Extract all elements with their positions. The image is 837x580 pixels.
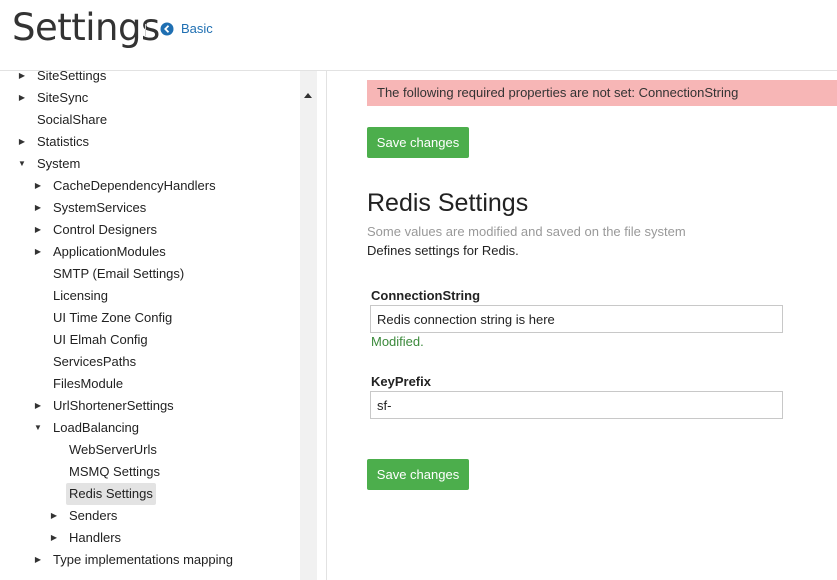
tree-item-servicespaths[interactable]: ServicesPaths	[0, 351, 300, 373]
tree-item-senders[interactable]: ▶ Senders	[0, 505, 300, 527]
title-separator	[145, 24, 146, 36]
tree-item-label: SystemServices	[53, 200, 147, 215]
panel-divider	[326, 71, 327, 580]
scroll-up-arrow-icon[interactable]	[304, 93, 312, 98]
tree-item-handlers[interactable]: ▶ Handlers	[0, 527, 300, 549]
expand-arrow-icon[interactable]: ▶	[33, 395, 43, 417]
tree-item-socialshare[interactable]: SocialShare	[0, 109, 300, 131]
tree-item-label: Control Designers	[53, 222, 158, 237]
tree-item-type-implementations-mapping[interactable]: ▶ Type implementations mapping	[0, 549, 300, 571]
tree-item-sitesync[interactable]: ▶ SiteSync	[0, 87, 300, 109]
connection-string-input[interactable]	[370, 305, 783, 333]
settings-tree-sidebar: ▶ SiteSettings ▶ SiteSync SocialShare ▶ Statis…	[0, 71, 300, 580]
tree-item-statistics[interactable]: ▶ Statistics	[0, 131, 300, 153]
expand-arrow-icon[interactable]: ▶	[49, 505, 59, 527]
save-changes-button-top[interactable]: Save changes	[367, 127, 469, 158]
tree-item-label: SiteSettings	[37, 71, 107, 83]
tree-item-label: Licensing	[53, 288, 108, 303]
connection-string-status: Modified.	[371, 334, 424, 349]
tree-item-loadbalancing[interactable]: ▼ LoadBalancing	[0, 417, 300, 439]
tree-item-webserverurls[interactable]: WebServerUrls	[0, 439, 300, 461]
expand-arrow-icon[interactable]: ▶	[33, 197, 43, 219]
save-changes-button-bottom[interactable]: Save changes	[367, 459, 469, 490]
tree-item-msmq-settings[interactable]: MSMQ Settings	[0, 461, 300, 483]
tree-item-applicationmodules[interactable]: ▶ ApplicationModules	[0, 241, 300, 263]
expand-arrow-icon[interactable]: ▶	[33, 175, 43, 197]
page-title: Settings	[12, 6, 160, 49]
collapse-arrow-icon[interactable]: ▼	[17, 153, 27, 175]
tree-item-cachedependencyhandlers[interactable]: ▶ CacheDependencyHandlers	[0, 175, 300, 197]
expand-arrow-icon[interactable]: ▶	[17, 87, 27, 109]
tree-item-smtp-email-settings[interactable]: SMTP (Email Settings)	[0, 263, 300, 285]
tree-item-label: Redis Settings	[66, 483, 156, 505]
collapse-arrow-icon[interactable]: ▼	[33, 417, 43, 439]
required-properties-alert: The following required properties are no…	[367, 80, 837, 106]
key-prefix-label: KeyPrefix	[371, 374, 431, 389]
tree-item-label: UI Time Zone Config	[53, 310, 173, 325]
tree-item-label: SocialShare	[37, 112, 108, 127]
tree-item-system[interactable]: ▼ System	[0, 153, 300, 175]
tree-item-label: Type implementations mapping	[53, 552, 233, 567]
tree-item-urlshortenersettings[interactable]: ▶ UrlShortenerSettings	[0, 395, 300, 417]
modified-note: Some values are modified and saved on th…	[367, 224, 686, 239]
tree-item-label: SiteSync	[37, 90, 89, 105]
expand-arrow-icon[interactable]: ▶	[33, 549, 43, 571]
tree-item-filesmodule[interactable]: FilesModule	[0, 373, 300, 395]
expand-arrow-icon[interactable]: ▶	[49, 527, 59, 549]
expand-arrow-icon[interactable]: ▶	[17, 131, 27, 153]
tree-item-sitesettings[interactable]: ▶ SiteSettings	[0, 71, 300, 87]
tree-item-label: UrlShortenerSettings	[53, 398, 174, 413]
tree-item-label: Handlers	[69, 530, 122, 545]
page-header: Settings Basic	[0, 0, 837, 71]
basic-settings-link[interactable]: Basic	[160, 21, 213, 36]
tree-item-systemservices[interactable]: ▶ SystemServices	[0, 197, 300, 219]
tree-item-licensing[interactable]: Licensing	[0, 285, 300, 307]
tree-item-label: ApplicationModules	[53, 244, 166, 259]
tree-item-label: LoadBalancing	[53, 420, 140, 435]
tree-item-label: WebServerUrls	[69, 442, 157, 457]
tree-item-ui-elmah-config[interactable]: UI Elmah Config	[0, 329, 300, 351]
tree-item-label: SMTP (Email Settings)	[53, 266, 185, 281]
basic-link-label: Basic	[181, 21, 213, 36]
back-arrow-icon	[160, 22, 174, 35]
tree-item-label: System	[37, 156, 81, 171]
tree-item-label: Senders	[69, 508, 118, 523]
key-prefix-input[interactable]	[370, 391, 783, 419]
tree-item-label: FilesModule	[53, 376, 124, 391]
tree-item-label: Statistics	[37, 134, 90, 149]
tree-item-ui-time-zone-config[interactable]: UI Time Zone Config	[0, 307, 300, 329]
expand-arrow-icon[interactable]: ▶	[33, 219, 43, 241]
tree-item-label: ServicesPaths	[53, 354, 137, 369]
tree-item-redis-settings[interactable]: Redis Settings	[0, 483, 300, 505]
section-description: Defines settings for Redis.	[367, 243, 519, 258]
connection-string-label: ConnectionString	[371, 288, 481, 303]
section-title: Redis Settings	[367, 189, 529, 217]
tree-item-control-designers[interactable]: ▶ Control Designers	[0, 219, 300, 241]
expand-arrow-icon[interactable]: ▶	[17, 71, 27, 87]
tree-item-label: UI Elmah Config	[53, 332, 148, 347]
tree-item-label: CacheDependencyHandlers	[53, 178, 216, 193]
sidebar-scrollbar[interactable]	[300, 71, 317, 580]
tree-item-label: MSMQ Settings	[69, 464, 161, 479]
expand-arrow-icon[interactable]: ▶	[33, 241, 43, 263]
